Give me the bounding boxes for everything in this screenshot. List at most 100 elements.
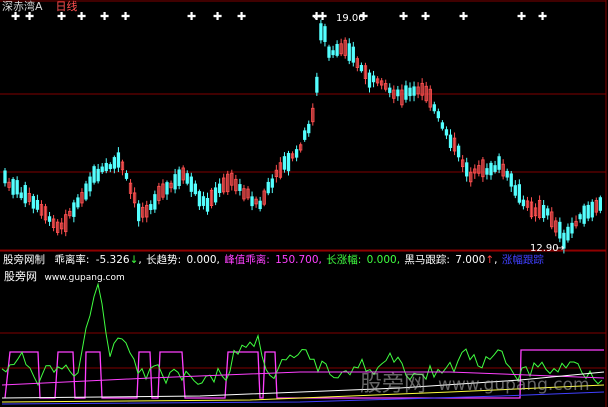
candle-body	[404, 85, 408, 100]
dark-label: 黑马跟踪:	[404, 254, 450, 266]
candle-body	[408, 87, 412, 97]
candle-body	[493, 165, 497, 172]
candle-body	[3, 170, 7, 184]
source-line: 股旁网 www.gupang.com	[4, 270, 125, 285]
candle-body	[213, 187, 218, 203]
watermark: 股旁网 www.gupang.com	[360, 372, 590, 397]
low-price-label: 12.90	[530, 243, 559, 254]
candle-body	[104, 162, 108, 172]
star-marker: ✚	[213, 10, 222, 23]
candle-body	[76, 197, 80, 208]
candle-body	[19, 192, 23, 199]
star-marker: ✚	[100, 10, 109, 23]
peak-value: 150.700	[275, 254, 319, 266]
candle-body	[432, 104, 436, 112]
star-marker: ✚	[421, 10, 430, 23]
candle-body	[258, 200, 262, 210]
signal-markers: ✚ ✚ ✚ ✚ ✚ ✚ ✚ ✚ ✚ ✚✚ ✚ ✚ ✚ ✚ ✚ ✚	[11, 10, 547, 23]
candle-body	[282, 156, 287, 170]
candle-body	[323, 26, 327, 42]
candle-body	[590, 201, 594, 218]
star-marker: ✚	[538, 10, 547, 23]
candle-body	[149, 204, 153, 211]
deviation-label: 乖离率:	[54, 254, 90, 266]
candle-body	[189, 176, 193, 192]
candle-body	[388, 87, 392, 93]
chart-canvas: ✚ ✚ ✚ ✚ ✚ ✚ ✚ ✚ ✚ ✚✚ ✚ ✚ ✚ ✚ ✚ ✚ ← 19.00 12.90 → 股旁网 ww…	[0, 0, 607, 407]
candle-body	[315, 76, 319, 93]
star-marker: ✚	[237, 10, 246, 23]
candle-body	[116, 152, 121, 168]
candle-body	[177, 169, 181, 187]
candle-body	[509, 173, 513, 187]
candle-body	[558, 221, 562, 239]
watermark-url: www.gupang.com	[438, 375, 590, 395]
star-marker: ✚	[77, 10, 86, 23]
candle-body	[303, 130, 307, 140]
candle-body	[327, 46, 331, 58]
market-title: 深赤湾A	[2, 0, 43, 13]
indicator-header: 股旁网制 乖离率: -5.326↓, 长趋势: 0.000, 峰值乖离: 150…	[3, 254, 544, 266]
candle-body	[238, 184, 242, 191]
candle-body	[578, 214, 582, 220]
candle-body	[367, 72, 372, 88]
candle-body	[497, 156, 501, 170]
high-price-label: 19.00	[336, 13, 365, 24]
dark-value: 7.000	[455, 254, 486, 266]
candle-body	[351, 46, 355, 63]
source-url: www.gupang.com	[44, 273, 125, 283]
candle-body	[319, 23, 323, 41]
candle-body	[112, 157, 117, 169]
candle-body	[47, 216, 52, 222]
candle-body	[205, 197, 210, 212]
candle-body	[456, 145, 461, 158]
rise-label: 长涨幅:	[326, 254, 362, 266]
low-price-annotation: 12.90 →	[530, 243, 564, 254]
candle-body	[542, 204, 546, 219]
candle-body	[100, 166, 104, 173]
indicator-name[interactable]: 股旁网制	[3, 254, 45, 266]
green-line	[1, 282, 603, 387]
peak-label: 峰值乖离:	[224, 254, 270, 266]
candle-body	[465, 162, 469, 177]
star-marker: ✚	[121, 10, 130, 23]
candle-body	[586, 204, 590, 219]
high-price-annotation: ← 19.00	[313, 12, 365, 24]
candle-body	[521, 199, 526, 207]
chart-grid	[0, 0, 607, 407]
candle-body	[136, 203, 141, 222]
candle-body	[489, 162, 493, 176]
period-label[interactable]: 日线	[56, 0, 78, 13]
candle-body	[505, 170, 509, 178]
candle-body	[570, 222, 574, 234]
candle-body	[201, 196, 206, 206]
candle-body	[173, 174, 177, 190]
watermark-cn: 股旁网	[360, 372, 426, 397]
deviation-value: -5.326	[95, 254, 130, 266]
high-arrow: ←	[313, 12, 321, 23]
candle-body	[347, 43, 351, 61]
candle-body	[331, 50, 335, 56]
candle-body	[185, 173, 189, 184]
candle-body	[412, 86, 416, 96]
candle-body	[582, 205, 586, 224]
star-marker: ✚	[459, 10, 468, 23]
candle-body	[15, 180, 19, 195]
candle-body	[72, 202, 76, 217]
candle-body	[31, 196, 36, 209]
candle-body	[250, 196, 254, 207]
trend-label: 长趋势:	[146, 254, 182, 266]
star-marker: ✚	[517, 10, 526, 23]
trend-value: 0.000	[186, 254, 217, 266]
candle-body	[92, 166, 96, 183]
candle-body	[566, 226, 570, 241]
candle-body	[197, 191, 202, 207]
candle-body	[11, 178, 15, 195]
candle-body	[270, 178, 274, 188]
candle-body	[513, 185, 517, 196]
candle-body	[165, 182, 169, 195]
candle-body	[286, 152, 291, 172]
candle-body	[517, 184, 522, 203]
rise-value: 0.000	[366, 254, 397, 266]
candle-body	[96, 168, 100, 182]
